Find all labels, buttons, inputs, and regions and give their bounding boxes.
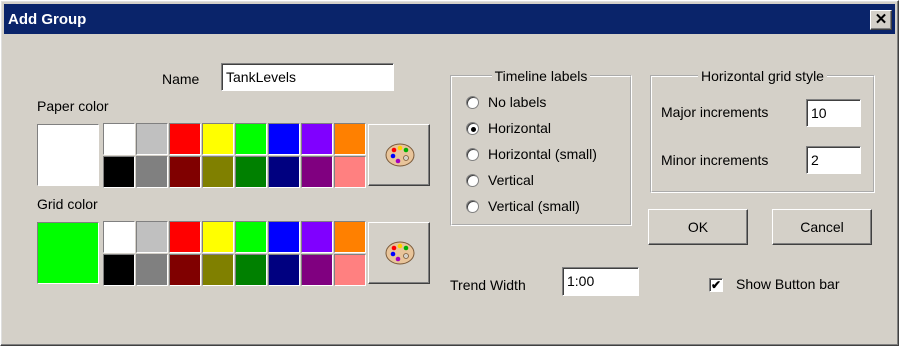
major-increments-label: Major increments (661, 104, 769, 120)
dialog-window: Add Group ✕ Name TankLevels Paper color … (0, 0, 899, 346)
close-icon: ✕ (874, 11, 888, 28)
grid-color-swatch[interactable] (169, 254, 201, 286)
grid-color-swatch[interactable] (202, 221, 234, 253)
radio-button-icon[interactable] (466, 200, 479, 213)
horizontal-grid-style-title: Horizontal grid style (701, 68, 824, 84)
grid-color-swatch[interactable] (268, 221, 300, 253)
grid-color-swatch[interactable] (103, 254, 135, 286)
palette-icon (385, 143, 415, 167)
paper-color-label: Paper color (37, 98, 109, 114)
paper-color-swatch[interactable] (169, 123, 201, 155)
timeline-option-label: No labels (488, 94, 547, 110)
checkmark-icon: ✔ (710, 278, 722, 292)
horizontal-grid-style-group: Horizontal grid style (650, 68, 875, 193)
minor-increments-label: Minor increments (661, 152, 769, 168)
name-label: Name (162, 71, 200, 87)
paper-color-swatch[interactable] (103, 156, 135, 188)
major-increments-input[interactable]: 10 (806, 99, 861, 127)
grid-color-swatch[interactable] (235, 221, 267, 253)
ok-button[interactable]: OK (648, 209, 748, 245)
radio-selected-dot (471, 127, 476, 132)
radio-button-icon[interactable] (466, 174, 479, 187)
paper-color-picker-button[interactable] (368, 124, 430, 186)
paper-color-swatch[interactable] (268, 123, 300, 155)
grid-color-swatch[interactable] (169, 221, 201, 253)
trend-width-label: Trend Width (450, 277, 526, 293)
grid-color-swatch[interactable] (136, 254, 168, 286)
paper-color-current-swatch (37, 124, 99, 186)
grid-color-swatch[interactable] (103, 221, 135, 253)
name-input[interactable]: TankLevels (221, 63, 394, 91)
timeline-option-label: Horizontal (small) (488, 146, 597, 162)
paper-color-swatch[interactable] (136, 156, 168, 188)
radio-button-icon[interactable] (466, 148, 479, 161)
paper-color-swatch[interactable] (301, 156, 333, 188)
grid-color-swatch[interactable] (235, 254, 267, 286)
window-title: Add Group (8, 11, 87, 28)
paper-color-swatch[interactable] (136, 123, 168, 155)
grid-color-swatch[interactable] (334, 221, 366, 253)
timeline-option-label: Horizontal (488, 120, 552, 136)
title-bar[interactable]: Add Group ✕ (4, 4, 895, 34)
paper-color-swatch[interactable] (202, 123, 234, 155)
grid-color-swatch[interactable] (136, 221, 168, 253)
radio-button-icon[interactable] (466, 96, 479, 109)
radio-button-icon[interactable] (466, 122, 479, 135)
palette-icon (385, 241, 415, 265)
show-button-bar-checkbox[interactable]: ✔ (709, 278, 723, 292)
grid-color-swatch[interactable] (268, 254, 300, 286)
paper-color-swatch[interactable] (169, 156, 201, 188)
minor-increments-input[interactable]: 2 (806, 146, 861, 174)
paper-color-swatch[interactable] (334, 123, 366, 155)
grid-color-swatch[interactable] (202, 254, 234, 286)
grid-color-swatch[interactable] (301, 221, 333, 253)
grid-color-picker-button[interactable] (368, 222, 430, 284)
grid-color-label: Grid color (37, 196, 98, 212)
grid-color-swatch[interactable] (334, 254, 366, 286)
paper-color-swatch[interactable] (301, 123, 333, 155)
paper-color-swatch[interactable] (235, 156, 267, 188)
grid-color-swatch[interactable] (301, 254, 333, 286)
paper-color-swatch[interactable] (268, 156, 300, 188)
grid-color-palette (103, 221, 367, 287)
trend-width-input[interactable]: 1:00 (562, 267, 639, 296)
timeline-labels-title: Timeline labels (494, 68, 588, 84)
close-button[interactable]: ✕ (870, 10, 892, 30)
paper-color-swatch[interactable] (103, 123, 135, 155)
paper-color-swatch[interactable] (202, 156, 234, 188)
cancel-button[interactable]: Cancel (772, 209, 872, 245)
paper-color-palette (103, 123, 367, 189)
paper-color-swatch[interactable] (235, 123, 267, 155)
show-button-bar-label[interactable]: Show Button bar (736, 276, 840, 292)
timeline-option-label: Vertical (488, 172, 534, 188)
timeline-option-label: Vertical (small) (488, 198, 580, 214)
paper-color-swatch[interactable] (334, 156, 366, 188)
grid-color-current-swatch (37, 222, 99, 284)
